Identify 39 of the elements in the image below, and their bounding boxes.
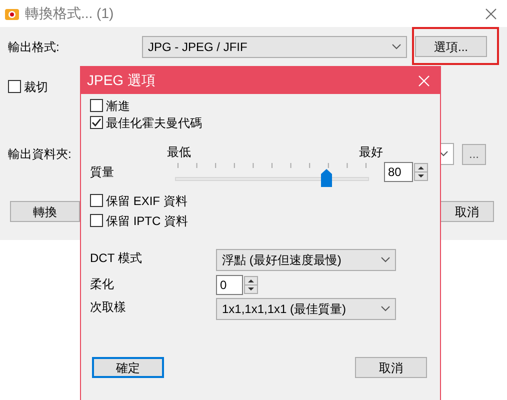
chevron-down-icon xyxy=(381,306,390,312)
chevron-down-icon xyxy=(392,44,401,50)
options-button[interactable]: 選項... xyxy=(415,36,487,57)
checkbox-label: 保留 IPTC 資料 xyxy=(106,212,188,230)
checkbox-label: 裁切 xyxy=(24,78,48,96)
browse-button[interactable]: ... xyxy=(462,144,486,164)
checkbox[interactable] xyxy=(90,214,103,227)
spin-arrows-icon[interactable] xyxy=(414,163,428,181)
checkbox[interactable] xyxy=(90,116,103,129)
checkbox-label: 保留 EXIF 資料 xyxy=(106,192,188,210)
chevron-down-icon xyxy=(439,151,448,157)
number-field[interactable]: 80 xyxy=(384,162,413,182)
field-label: DCT 模式 xyxy=(90,250,143,267)
ok-button[interactable]: 確定 xyxy=(92,357,164,378)
dropdown[interactable]: JPG - JPEG / JFIF xyxy=(142,36,407,58)
field-label: 輸出資料夾: xyxy=(7,146,72,163)
convert-button[interactable]: 轉換 xyxy=(10,201,80,222)
field-label: 次取樣 xyxy=(90,299,127,316)
window-title: 轉換格式... (1) xyxy=(25,4,114,23)
close-icon[interactable] xyxy=(485,8,497,20)
field-label: 質量 xyxy=(90,164,115,181)
checkbox[interactable] xyxy=(8,80,21,93)
field-label: 輸出格式: xyxy=(7,38,60,56)
dropdown[interactable]: 1x1,1x1,1x1 (最佳質量) xyxy=(216,298,396,320)
spin-arrows-icon[interactable] xyxy=(244,276,258,294)
slider-label: 最好 xyxy=(359,144,383,159)
cancel-button[interactable]: 取消 xyxy=(440,201,494,222)
slider-label: 最低 xyxy=(167,144,191,159)
slider-thumb[interactable] xyxy=(321,169,332,187)
chevron-down-icon xyxy=(381,257,390,263)
dialog-title: JPEG 選項 xyxy=(87,71,156,90)
field-label: 柔化 xyxy=(90,276,115,293)
checkbox[interactable] xyxy=(90,99,103,112)
checkbox[interactable] xyxy=(90,194,103,207)
number-field[interactable]: 0 xyxy=(216,275,243,295)
cancel-button[interactable]: 取消 xyxy=(355,357,427,378)
dropdown[interactable]: 浮點 (最好但速度最慢) xyxy=(216,249,396,271)
checkbox-label: 漸進 xyxy=(106,98,130,114)
checkbox-label: 最佳化霍夫曼代碼 xyxy=(106,114,202,132)
